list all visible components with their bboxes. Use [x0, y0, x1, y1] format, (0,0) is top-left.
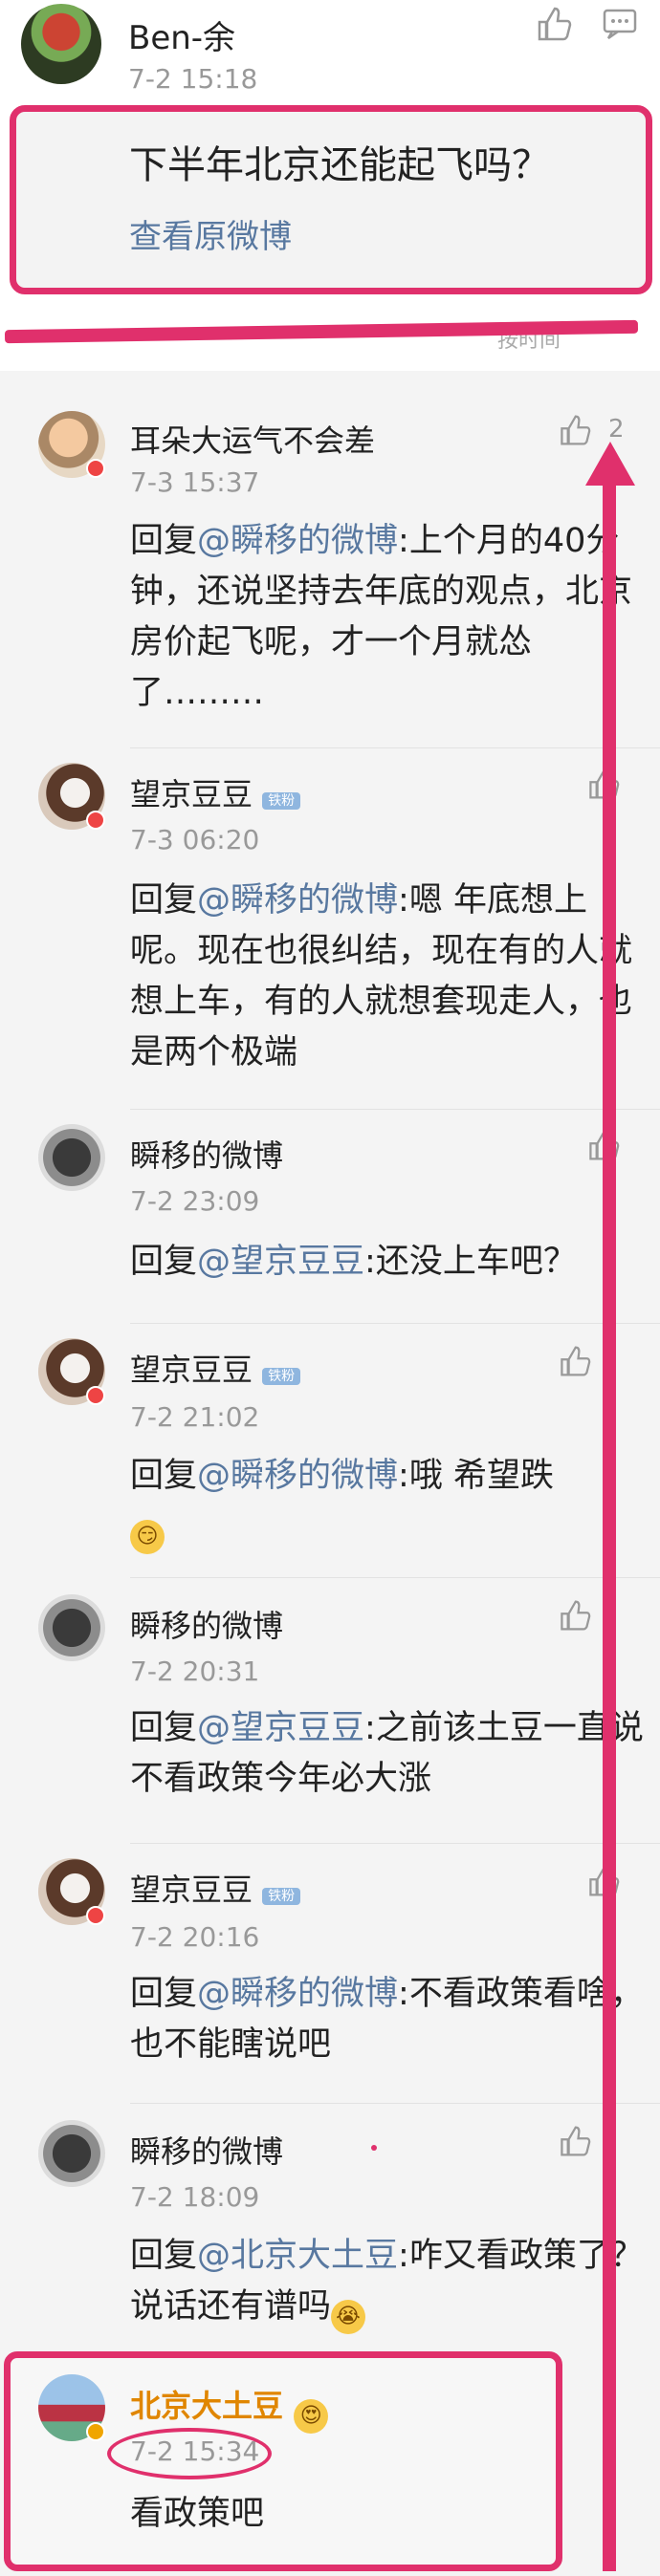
comment-time: 7-2 18:09 — [130, 2181, 260, 2213]
comment-body: 回复@瞬移的微博:嗯 年底想上呢。现在也很纠结，现在有的人就想上车，有的人就想套… — [130, 876, 647, 1078]
post-time: 7-2 15:18 — [128, 63, 258, 95]
verified-badge-icon — [86, 2422, 105, 2441]
annotation-arrow-shaft — [603, 478, 616, 2571]
commenter-name[interactable]: 望京豆豆 铁粉 — [130, 770, 301, 814]
mention-link[interactable]: @瞬移的微博 — [197, 522, 398, 560]
mention-link[interactable]: @瞬移的微博 — [197, 1975, 398, 2013]
comment-body: 回复@望京豆豆:还没上车吧？ — [130, 1237, 647, 1288]
reply-prefix: 回复 — [130, 522, 198, 560]
comment-text: :还没上车吧？ — [364, 1243, 577, 1281]
verified-badge-icon — [86, 1386, 105, 1405]
commenter-avatar[interactable] — [38, 1594, 105, 1661]
commenter-name-text: 北京大土豆 — [130, 2388, 284, 2424]
reply-prefix: 回复 — [130, 1975, 198, 2013]
like-icon[interactable] — [534, 5, 572, 43]
commenter-name[interactable]: 瞬移的微博 — [130, 2128, 283, 2172]
smirk-emoji-icon: 😏 — [130, 1520, 165, 1554]
commenter-name[interactable]: 耳朵大运气不会差 — [130, 417, 375, 461]
verified-badge-icon — [86, 459, 105, 478]
commenter-name-text: 望京豆豆 — [130, 776, 253, 812]
crying-emoji-icon: 😭 — [331, 2300, 366, 2334]
commenter-name[interactable]: 望京豆豆 铁粉 — [130, 1866, 301, 1910]
comment-text: :哦 希望跌 — [398, 1457, 554, 1495]
comment-time: 7-2 20:16 — [130, 1921, 260, 1953]
divider — [130, 747, 660, 748]
comment-body: 回复@北京大土豆:咋又看政策了？说话还有谱吗 😭 — [130, 2231, 647, 2334]
comment-body: 回复@瞬移的微博:哦 希望跌 😏 — [130, 1451, 647, 1554]
commenter-name-text: 望京豆豆 — [130, 1872, 253, 1908]
commenter-name[interactable]: 瞬移的微博 — [130, 1602, 283, 1646]
annotation-dot — [371, 2145, 377, 2151]
comment-time: 7-2 20:31 — [130, 1656, 260, 1687]
mention-link[interactable]: @瞬移的微博 — [197, 1457, 398, 1495]
divider — [130, 1109, 660, 1110]
comment-time: 7-2 21:02 — [130, 1401, 260, 1433]
commenter-name-text: 望京豆豆 — [130, 1352, 253, 1388]
divider — [130, 1577, 660, 1578]
mention-link[interactable]: @望京豆豆 — [197, 1243, 364, 1281]
reply-prefix: 回复 — [130, 881, 198, 920]
fan-tag: 铁粉 — [262, 1368, 301, 1385]
mention-link[interactable]: @望京豆豆 — [197, 1709, 364, 1747]
comment-time: 7-3 06:20 — [130, 824, 260, 855]
reply-prefix: 回复 — [130, 2237, 198, 2275]
reply-prefix: 回复 — [130, 1709, 198, 1747]
comment-like-icon[interactable] — [557, 2124, 591, 2158]
reply-prefix: 回复 — [130, 1457, 198, 1495]
annotation-arrow-head — [585, 442, 635, 486]
comment-body: 回复@瞬移的微博:上个月的40分钟，还说坚持去年底的观点，北京房价起飞呢，才一个… — [130, 516, 647, 719]
verified-badge-icon — [86, 811, 105, 830]
annotation-circle — [107, 2428, 272, 2479]
comment-time: 7-3 15:37 — [130, 466, 260, 498]
comment-time: 7-2 23:09 — [130, 1185, 260, 1217]
author-name[interactable]: Ben-余 — [128, 11, 235, 58]
view-original-link[interactable]: 查看原微博 — [129, 210, 292, 257]
commenter-name[interactable]: 望京豆豆 铁粉 — [130, 1346, 301, 1390]
commenter-avatar[interactable] — [38, 1124, 105, 1191]
commenter-avatar[interactable] — [38, 2120, 105, 2187]
like-count: 2 — [608, 415, 625, 444]
heart-eyes-emoji-icon: 😍 — [294, 2399, 329, 2434]
divider — [130, 2103, 660, 2104]
commenter-name[interactable]: 瞬移的微博 — [130, 1132, 283, 1176]
mention-link[interactable]: @瞬移的微博 — [197, 881, 398, 920]
author-avatar[interactable] — [21, 4, 101, 84]
reply-prefix: 回复 — [130, 1243, 198, 1281]
divider — [130, 1323, 660, 1324]
comment-body: 看政策吧 — [130, 2495, 265, 2533]
comment-like-icon[interactable] — [557, 1344, 591, 1378]
fan-tag: 铁粉 — [262, 792, 301, 810]
comment-like-icon[interactable] — [557, 1598, 591, 1633]
comment-body: 回复@望京豆豆:之前该土豆一直说不看政策今年必大涨 — [130, 1703, 647, 1805]
mention-link[interactable]: @北京大土豆 — [197, 2237, 398, 2275]
comment-icon[interactable] — [601, 5, 639, 43]
original-post-title: 下半年北京还能起飞吗？ — [129, 143, 550, 187]
fan-tag: 铁粉 — [262, 1888, 301, 1905]
comment-body: 回复@瞬移的微博:不看政策看啥，也不能瞎说吧 — [130, 1969, 647, 2070]
verified-badge-icon — [86, 1906, 105, 1925]
commenter-name[interactable]: 北京大土豆 😍 — [130, 2382, 329, 2434]
divider — [130, 1843, 660, 1844]
